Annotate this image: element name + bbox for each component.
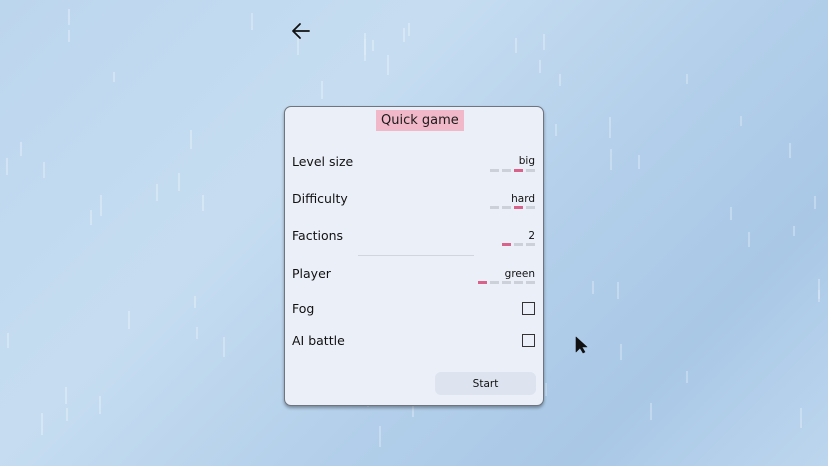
level-dot (502, 281, 511, 284)
panel-title: Quick game (376, 110, 464, 131)
level-dot (490, 169, 499, 172)
quick-game-panel: Quick game Level size big Difficulty har… (284, 106, 544, 406)
player-selector[interactable] (478, 281, 535, 284)
level-dot (514, 169, 523, 172)
fog-checkbox[interactable] (522, 302, 535, 315)
player-value[interactable]: green (505, 268, 535, 280)
back-button[interactable] (288, 18, 314, 44)
fog-label: Fog (292, 301, 315, 316)
ai-battle-checkbox[interactable] (522, 334, 535, 347)
level-dot (526, 281, 535, 284)
factions-label: Factions (292, 228, 344, 243)
level-dot (478, 281, 487, 284)
level-size-label: Level size (292, 154, 354, 169)
level-dot (502, 206, 511, 209)
level-dot (502, 243, 511, 246)
level-dot (490, 281, 499, 284)
level-size-value[interactable]: big (519, 155, 535, 167)
player-label: Player (292, 266, 331, 281)
factions-selector[interactable] (502, 243, 535, 246)
ai-battle-label: AI battle (292, 333, 345, 348)
divider (358, 255, 474, 256)
level-dot (526, 169, 535, 172)
factions-value[interactable]: 2 (528, 230, 535, 242)
level-size-selector[interactable] (490, 169, 535, 172)
start-button[interactable]: Start (435, 372, 536, 395)
level-dot (502, 169, 511, 172)
difficulty-selector[interactable] (490, 206, 535, 209)
mouse-pointer-icon (575, 336, 588, 354)
arrow-left-icon (292, 23, 310, 39)
level-dot (514, 243, 523, 246)
level-dot (526, 243, 535, 246)
level-dot (526, 206, 535, 209)
level-dot (514, 281, 523, 284)
level-dot (514, 206, 523, 209)
difficulty-label: Difficulty (292, 191, 348, 206)
difficulty-value[interactable]: hard (511, 193, 535, 205)
level-dot (490, 206, 499, 209)
